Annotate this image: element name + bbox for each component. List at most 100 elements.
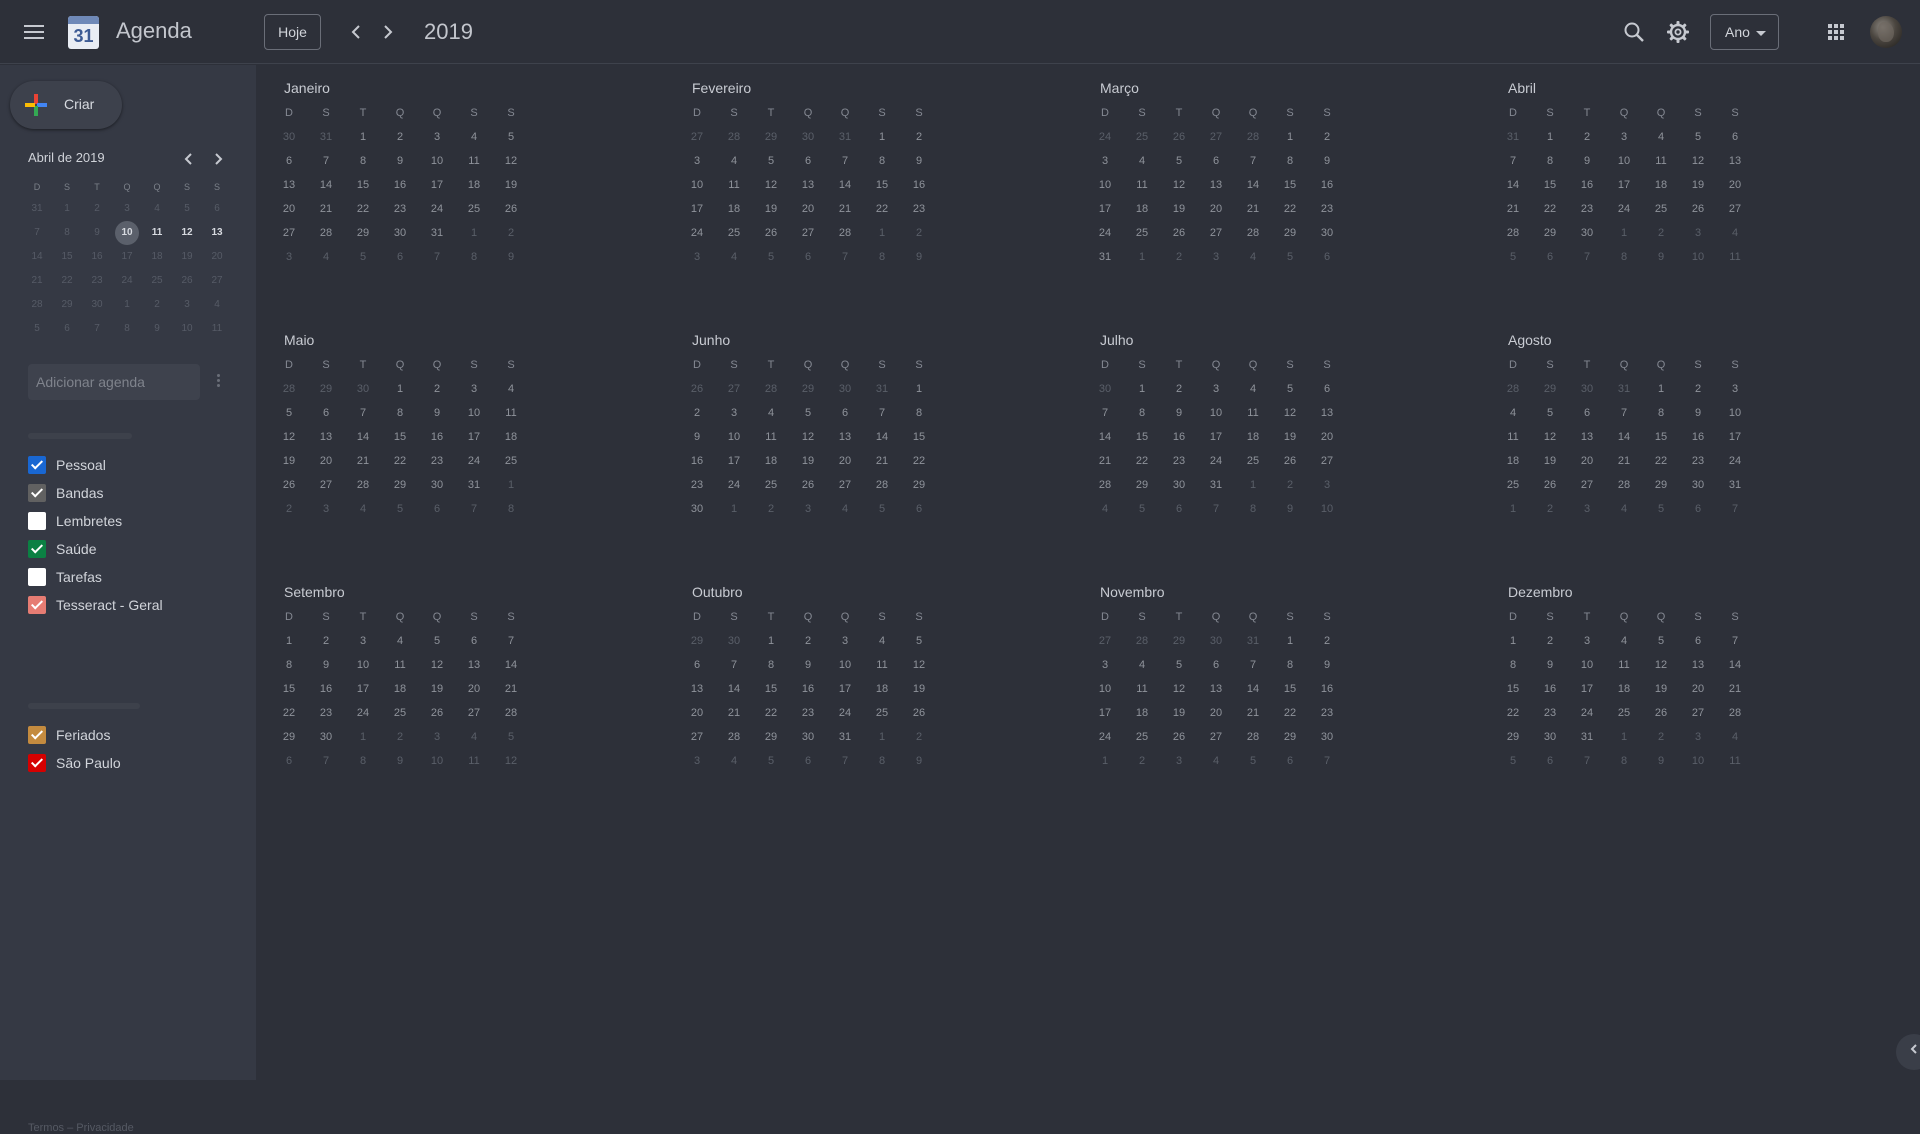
day-cell[interactable]: 19	[1683, 173, 1713, 197]
adjacent-month-day-cell[interactable]: 31	[1609, 377, 1639, 401]
adjacent-month-day-cell[interactable]: 2	[1646, 725, 1676, 749]
gear-icon[interactable]	[1664, 18, 1692, 46]
day-cell[interactable]: 5	[1646, 629, 1676, 653]
day-cell[interactable]: 1	[274, 629, 304, 653]
day-cell[interactable]: 25	[1498, 473, 1528, 497]
calendar-item[interactable]: Lembretes	[28, 511, 122, 531]
adjacent-month-day-cell[interactable]: 30	[1201, 629, 1231, 653]
day-cell[interactable]: 18	[496, 425, 526, 449]
mini-day[interactable]: 2	[82, 197, 112, 221]
day-cell[interactable]: 1	[867, 125, 897, 149]
day-cell[interactable]: 24	[1201, 449, 1231, 473]
mini-prev-month-icon[interactable]	[179, 149, 199, 169]
day-cell[interactable]: 1	[1127, 377, 1157, 401]
mini-day[interactable]: 3	[172, 293, 202, 317]
day-cell[interactable]: 27	[1201, 221, 1231, 245]
month-name[interactable]: Agosto	[1508, 332, 1552, 348]
adjacent-month-day-cell[interactable]: 9	[1646, 749, 1676, 773]
create-button[interactable]: Criar	[10, 81, 122, 129]
day-cell[interactable]: 26	[1683, 197, 1713, 221]
day-cell[interactable]: 20	[793, 197, 823, 221]
day-cell[interactable]: 10	[1090, 173, 1120, 197]
adjacent-month-day-cell[interactable]: 4	[1720, 725, 1750, 749]
day-cell[interactable]: 28	[348, 473, 378, 497]
day-cell[interactable]: 18	[1609, 677, 1639, 701]
adjacent-month-day-cell[interactable]: 1	[1498, 497, 1528, 521]
adjacent-month-day-cell[interactable]: 3	[274, 245, 304, 269]
day-cell[interactable]: 3	[1720, 377, 1750, 401]
day-cell[interactable]: 7	[719, 653, 749, 677]
day-cell[interactable]: 31	[1572, 725, 1602, 749]
day-cell[interactable]: 19	[1164, 701, 1194, 725]
mini-day[interactable]: 29	[52, 293, 82, 317]
day-cell[interactable]: 27	[311, 473, 341, 497]
day-cell[interactable]: 30	[1164, 473, 1194, 497]
day-cell[interactable]: 10	[1090, 677, 1120, 701]
adjacent-month-day-cell[interactable]: 6	[1275, 749, 1305, 773]
day-cell[interactable]: 2	[1312, 125, 1342, 149]
day-cell[interactable]: 26	[756, 221, 786, 245]
day-cell[interactable]: 8	[756, 653, 786, 677]
adjacent-month-day-cell[interactable]: 6	[422, 497, 452, 521]
adjacent-month-day-cell[interactable]: 28	[756, 377, 786, 401]
day-cell[interactable]: 29	[1275, 725, 1305, 749]
day-cell[interactable]: 20	[682, 701, 712, 725]
adjacent-month-day-cell[interactable]: 3	[1572, 497, 1602, 521]
day-cell[interactable]: 29	[1275, 221, 1305, 245]
day-cell[interactable]: 18	[1127, 701, 1157, 725]
day-cell[interactable]: 13	[830, 425, 860, 449]
day-cell[interactable]: 3	[1090, 149, 1120, 173]
day-cell[interactable]: 30	[1572, 221, 1602, 245]
adjacent-month-day-cell[interactable]: 28	[1127, 629, 1157, 653]
day-cell[interactable]: 26	[274, 473, 304, 497]
day-cell[interactable]: 18	[867, 677, 897, 701]
adjacent-month-day-cell[interactable]: 2	[756, 497, 786, 521]
day-cell[interactable]: 12	[1683, 149, 1713, 173]
checkbox-empty-icon[interactable]	[28, 568, 46, 586]
mini-day[interactable]: 11	[202, 317, 232, 341]
day-cell[interactable]: 20	[1683, 677, 1713, 701]
adjacent-month-day-cell[interactable]: 28	[1238, 125, 1268, 149]
calendar-item[interactable]: Tarefas	[28, 567, 102, 587]
adjacent-month-day-cell[interactable]: 11	[1720, 749, 1750, 773]
day-cell[interactable]: 15	[1498, 677, 1528, 701]
mini-day[interactable]: 25	[142, 269, 172, 293]
adjacent-month-day-cell[interactable]: 7	[1312, 749, 1342, 773]
mini-day[interactable]: 23	[82, 269, 112, 293]
day-cell[interactable]: 15	[348, 173, 378, 197]
adjacent-month-day-cell[interactable]: 4	[1720, 221, 1750, 245]
adjacent-month-day-cell[interactable]: 1	[867, 725, 897, 749]
adjacent-month-day-cell[interactable]: 8	[1238, 497, 1268, 521]
adjacent-month-day-cell[interactable]: 5	[867, 497, 897, 521]
day-cell[interactable]: 10	[1572, 653, 1602, 677]
day-cell[interactable]: 15	[1646, 425, 1676, 449]
adjacent-month-day-cell[interactable]: 3	[1312, 473, 1342, 497]
day-cell[interactable]: 25	[1646, 197, 1676, 221]
day-cell[interactable]: 5	[496, 125, 526, 149]
day-cell[interactable]: 30	[422, 473, 452, 497]
adjacent-month-day-cell[interactable]: 8	[459, 245, 489, 269]
day-cell[interactable]: 30	[1535, 725, 1565, 749]
day-cell[interactable]: 4	[867, 629, 897, 653]
mini-day[interactable]: 5	[22, 317, 52, 341]
day-cell[interactable]: 7	[830, 149, 860, 173]
day-cell[interactable]: 23	[1535, 701, 1565, 725]
mini-day[interactable]: 5	[172, 197, 202, 221]
day-cell[interactable]: 17	[1572, 677, 1602, 701]
day-cell[interactable]: 4	[1609, 629, 1639, 653]
day-cell[interactable]: 14	[1498, 173, 1528, 197]
day-cell[interactable]: 16	[682, 449, 712, 473]
day-cell[interactable]: 21	[1609, 449, 1639, 473]
adjacent-month-day-cell[interactable]: 6	[1312, 245, 1342, 269]
day-cell[interactable]: 21	[867, 449, 897, 473]
adjacent-month-day-cell[interactable]: 3	[793, 497, 823, 521]
day-cell[interactable]: 15	[1275, 173, 1305, 197]
day-cell[interactable]: 3	[1572, 629, 1602, 653]
day-cell[interactable]: 20	[1201, 197, 1231, 221]
adjacent-month-day-cell[interactable]: 5	[756, 749, 786, 773]
day-cell[interactable]: 17	[1090, 701, 1120, 725]
day-cell[interactable]: 16	[793, 677, 823, 701]
day-cell[interactable]: 11	[496, 401, 526, 425]
adjacent-month-day-cell[interactable]: 31	[1238, 629, 1268, 653]
adjacent-month-day-cell[interactable]: 27	[682, 125, 712, 149]
